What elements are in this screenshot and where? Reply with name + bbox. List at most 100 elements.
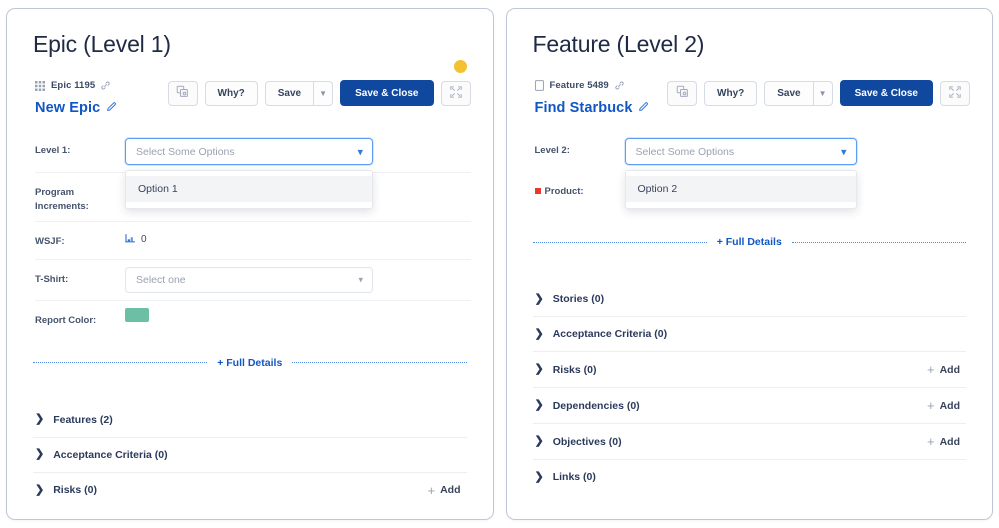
level-2-dropdown[interactable]: Option 2 xyxy=(624,170,857,209)
epic-id-line: Epic 1195 xyxy=(35,80,117,91)
save-button-group: Save ▼ xyxy=(264,80,334,106)
feature-id-line: Feature 5489 xyxy=(534,80,650,91)
section-risks[interactable]: ❯ Risks (0) + Add xyxy=(33,473,467,508)
wsjf-value-group: 0 xyxy=(125,229,471,247)
why-button[interactable]: Why? xyxy=(704,80,758,106)
field-label: Product: xyxy=(534,179,625,199)
section-objectives[interactable]: ❯ Objectives (0) + Add xyxy=(532,424,966,460)
level-1-dropdown[interactable]: Option 1 xyxy=(125,170,373,209)
level-2-select[interactable]: Select Some Options ▾ xyxy=(624,138,857,165)
plus-icon: + xyxy=(926,434,935,449)
field-row-report-color: Report Color: xyxy=(35,301,471,339)
feature-sections: ❯ Stories (0) ❯ Acceptance Criteria (0) … xyxy=(529,282,971,494)
feature-title-line: Find Starbuck xyxy=(535,99,650,117)
section-left: ❯ Acceptance Criteria (0) xyxy=(35,449,168,461)
divider-line-left xyxy=(532,241,707,243)
section-left: ❯ Dependencies (0) xyxy=(535,400,640,412)
report-color-swatch[interactable] xyxy=(125,307,149,322)
field-control: 0 xyxy=(125,229,471,247)
expand-button[interactable] xyxy=(440,80,471,106)
chevron-down-icon: ▾ xyxy=(357,146,363,158)
save-and-close-button[interactable]: Save & Close xyxy=(839,80,933,106)
divider-line-left xyxy=(33,362,208,364)
chevron-right-icon: ❯ xyxy=(534,363,544,375)
add-label: Add xyxy=(939,435,960,448)
expand-button[interactable] xyxy=(940,80,970,106)
save-dropdown-button[interactable]: ▼ xyxy=(313,80,334,106)
add-objective-button[interactable]: + Add xyxy=(927,435,960,448)
full-details-toggle[interactable]: + Full Details xyxy=(717,236,782,248)
document-icon xyxy=(534,80,544,91)
field-control: Select Some Options ▾ Option 1 xyxy=(125,138,471,209)
chevron-down-icon: ▾ xyxy=(840,146,847,158)
feature-form: Level 2: Select Some Options ▾ Option 2 xyxy=(529,131,971,212)
field-label-text: Product: xyxy=(544,186,584,197)
full-details-toggle[interactable]: + Full Details xyxy=(217,357,282,369)
pencil-icon[interactable] xyxy=(106,99,117,117)
feature-toolbar: Why? Save ▼ Save & Close xyxy=(667,80,970,106)
chevron-right-icon: ❯ xyxy=(534,327,544,340)
section-left: ❯ Risks (0) xyxy=(535,364,597,376)
dropdown-option[interactable]: Option 1 xyxy=(126,176,372,202)
section-left: ❯ Acceptance Criteria (0) xyxy=(535,328,668,340)
tshirt-placeholder: Select one xyxy=(136,273,186,286)
section-stories[interactable]: ❯ Stories (0) xyxy=(532,282,966,317)
section-label: Stories (0) xyxy=(552,293,605,305)
wsjf-value: 0 xyxy=(141,234,147,246)
plus-icon: + xyxy=(926,398,935,413)
section-label: Objectives (0) xyxy=(552,435,622,448)
field-control: Select one ▾ xyxy=(125,266,471,293)
section-left: ❯ Features (2) xyxy=(35,414,113,426)
divider-line-right xyxy=(791,241,966,243)
feature-name[interactable]: Find Starbuck xyxy=(535,100,633,116)
field-row-level-2: Level 2: Select Some Options ▾ Option 2 xyxy=(535,131,971,209)
link-icon[interactable] xyxy=(615,81,624,90)
notification-badge[interactable] xyxy=(453,60,467,73)
tshirt-select[interactable]: Select one ▾ xyxy=(125,266,373,293)
level-1-select[interactable]: Select Some Options ▾ xyxy=(125,138,373,165)
grid-icon xyxy=(35,80,45,91)
chevron-right-icon: ❯ xyxy=(534,399,544,411)
link-icon[interactable] xyxy=(101,81,110,90)
caret-down-icon: ▼ xyxy=(818,88,827,98)
add-risk-button[interactable]: + Add xyxy=(927,363,960,376)
required-indicator-icon xyxy=(534,188,541,194)
epic-id-block: Epic 1195 New Epic xyxy=(29,80,117,117)
section-acceptance-criteria[interactable]: ❯ Acceptance Criteria (0) xyxy=(33,438,467,473)
epic-panel-inner: Epic (Level 1) Epic 1195 New Epic Why? S… xyxy=(7,9,493,519)
chevron-right-icon: ❯ xyxy=(35,483,45,496)
field-control xyxy=(125,307,471,322)
section-acceptance-criteria[interactable]: ❯ Acceptance Criteria (0) xyxy=(532,317,966,352)
epic-title-line: New Epic xyxy=(35,99,117,117)
section-links[interactable]: ❯ Links (0) xyxy=(533,460,967,494)
field-label: Program Increments: xyxy=(35,187,89,212)
epic-header-row: Epic 1195 New Epic Why? Save ▼ Save & Cl… xyxy=(29,60,471,117)
dropdown-option[interactable]: Option 2 xyxy=(625,176,856,202)
feature-id-label: Feature 5489 xyxy=(549,80,609,91)
section-features[interactable]: ❯ Features (2) xyxy=(33,403,467,438)
add-dependency-button[interactable]: + Add xyxy=(927,399,960,412)
chevron-right-icon: ❯ xyxy=(534,292,544,305)
divider-line-right xyxy=(292,362,467,364)
add-risk-button[interactable]: + Add xyxy=(427,484,460,497)
clone-button[interactable] xyxy=(167,80,198,106)
pencil-icon[interactable] xyxy=(638,99,649,117)
section-dependencies[interactable]: ❯ Dependencies (0) + Add xyxy=(532,388,966,424)
field-row-wsjf: WSJF: 0 xyxy=(35,222,471,260)
chevron-right-icon: ❯ xyxy=(35,448,45,461)
save-and-close-button[interactable]: Save & Close xyxy=(340,80,434,106)
full-details-divider: + Full Details xyxy=(532,236,966,248)
save-button[interactable]: Save xyxy=(764,80,814,106)
save-dropdown-button[interactable]: ▼ xyxy=(812,80,833,106)
section-risks[interactable]: ❯ Risks (0) + Add xyxy=(532,352,966,388)
feature-id-block: Feature 5489 Find Starbuck xyxy=(529,80,650,117)
why-button[interactable]: Why? xyxy=(204,80,258,106)
epic-name[interactable]: New Epic xyxy=(35,100,100,116)
clone-button[interactable] xyxy=(667,80,698,106)
save-button-group: Save ▼ xyxy=(764,80,833,106)
field-row-tshirt: T-Shirt: Select one ▾ xyxy=(35,260,471,301)
save-button[interactable]: Save xyxy=(264,80,315,106)
bar-chart-icon xyxy=(125,233,137,247)
epic-toolbar: Why? Save ▼ Save & Close xyxy=(167,60,471,106)
